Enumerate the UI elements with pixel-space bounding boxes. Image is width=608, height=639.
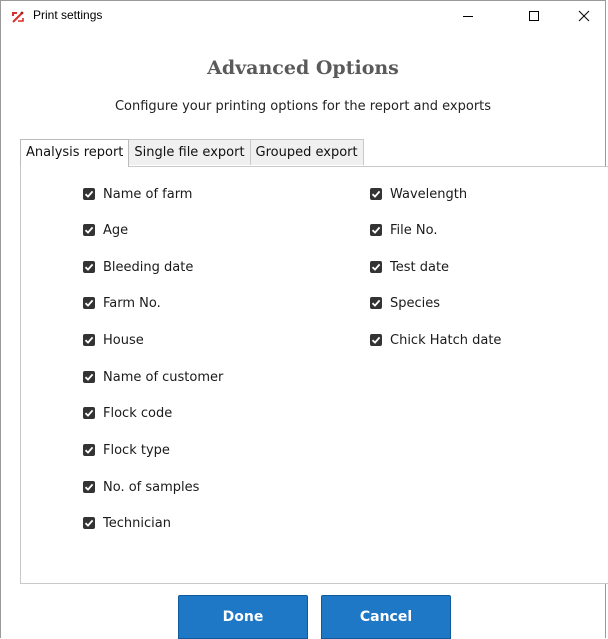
option-label: File No. bbox=[390, 222, 438, 238]
option-label: Age bbox=[103, 222, 129, 238]
print-settings-window: Print settings Advanced Options Configur… bbox=[0, 0, 608, 639]
option-technician[interactable]: Technician bbox=[83, 513, 171, 533]
option-label: Technician bbox=[103, 515, 171, 531]
option-species[interactable]: Species bbox=[370, 293, 440, 313]
option-label: House bbox=[103, 332, 144, 348]
checkbox-checked-icon[interactable] bbox=[83, 188, 95, 200]
tab-bar: Analysis report Single file export Group… bbox=[20, 139, 364, 167]
checkbox-checked-icon[interactable] bbox=[370, 188, 382, 200]
app-icon bbox=[11, 9, 25, 23]
option-label: Name of customer bbox=[103, 369, 224, 385]
option-bleeding-date[interactable]: Bleeding date bbox=[83, 257, 193, 277]
done-button[interactable]: Done bbox=[178, 595, 308, 639]
option-label: Chick Hatch date bbox=[390, 332, 502, 348]
option-no-of-samples[interactable]: No. of samples bbox=[83, 477, 199, 497]
tab-analysis-report[interactable]: Analysis report bbox=[20, 139, 130, 167]
option-label: Farm No. bbox=[103, 295, 161, 311]
checkbox-checked-icon[interactable] bbox=[370, 224, 382, 236]
minimize-icon bbox=[463, 16, 473, 17]
page-title: Advanced Options bbox=[207, 57, 399, 79]
option-test-date[interactable]: Test date bbox=[370, 257, 449, 277]
checkbox-checked-icon[interactable] bbox=[83, 261, 95, 273]
option-age[interactable]: Age bbox=[83, 220, 128, 240]
checkbox-checked-icon[interactable] bbox=[370, 297, 382, 309]
title-bar: Print settings bbox=[1, 1, 605, 31]
option-name-of-farm[interactable]: Name of farm bbox=[83, 184, 192, 204]
option-flock-type[interactable]: Flock type bbox=[83, 440, 170, 460]
option-wavelength[interactable]: Wavelength bbox=[370, 184, 467, 204]
window-title: Print settings bbox=[33, 8, 103, 22]
option-label: Flock type bbox=[103, 442, 170, 458]
option-label: Name of farm bbox=[103, 186, 193, 202]
maximize-button[interactable] bbox=[511, 1, 557, 31]
tab-grouped-export[interactable]: Grouped export bbox=[249, 139, 364, 165]
option-label: Wavelength bbox=[390, 186, 468, 202]
checkbox-checked-icon[interactable] bbox=[83, 224, 95, 236]
checkbox-checked-icon[interactable] bbox=[83, 334, 95, 346]
option-label: Test date bbox=[390, 259, 450, 275]
option-label: No. of samples bbox=[103, 479, 200, 495]
option-file-no[interactable]: File No. bbox=[370, 220, 437, 240]
option-label: Bleeding date bbox=[103, 259, 194, 275]
checkbox-checked-icon[interactable] bbox=[83, 481, 95, 493]
minimize-button[interactable] bbox=[445, 1, 491, 31]
option-label: Flock code bbox=[103, 405, 173, 421]
checkbox-checked-icon[interactable] bbox=[83, 517, 95, 529]
option-flock-code[interactable]: Flock code bbox=[83, 403, 172, 423]
option-chick-hatch-date[interactable]: Chick Hatch date bbox=[370, 330, 501, 350]
checkbox-checked-icon[interactable] bbox=[370, 334, 382, 346]
close-button[interactable] bbox=[561, 1, 607, 31]
checkbox-checked-icon[interactable] bbox=[83, 444, 95, 456]
checkbox-checked-icon[interactable] bbox=[83, 371, 95, 383]
close-icon bbox=[578, 10, 590, 22]
option-name-of-customer[interactable]: Name of customer bbox=[83, 367, 223, 387]
option-house[interactable]: House bbox=[83, 330, 144, 350]
tab-single-file-export[interactable]: Single file export bbox=[128, 139, 251, 165]
checkbox-checked-icon[interactable] bbox=[83, 407, 95, 419]
page-subtitle: Configure your printing options for the … bbox=[114, 99, 492, 114]
option-farm-no[interactable]: Farm No. bbox=[83, 293, 161, 313]
cancel-button[interactable]: Cancel bbox=[321, 595, 451, 639]
checkbox-checked-icon[interactable] bbox=[370, 261, 382, 273]
option-label: Species bbox=[390, 295, 441, 311]
checkbox-checked-icon[interactable] bbox=[83, 297, 95, 309]
tab-panel-analysis-report: Name of farm Age Bleeding date Farm No. … bbox=[20, 166, 608, 584]
maximize-icon bbox=[529, 11, 539, 21]
